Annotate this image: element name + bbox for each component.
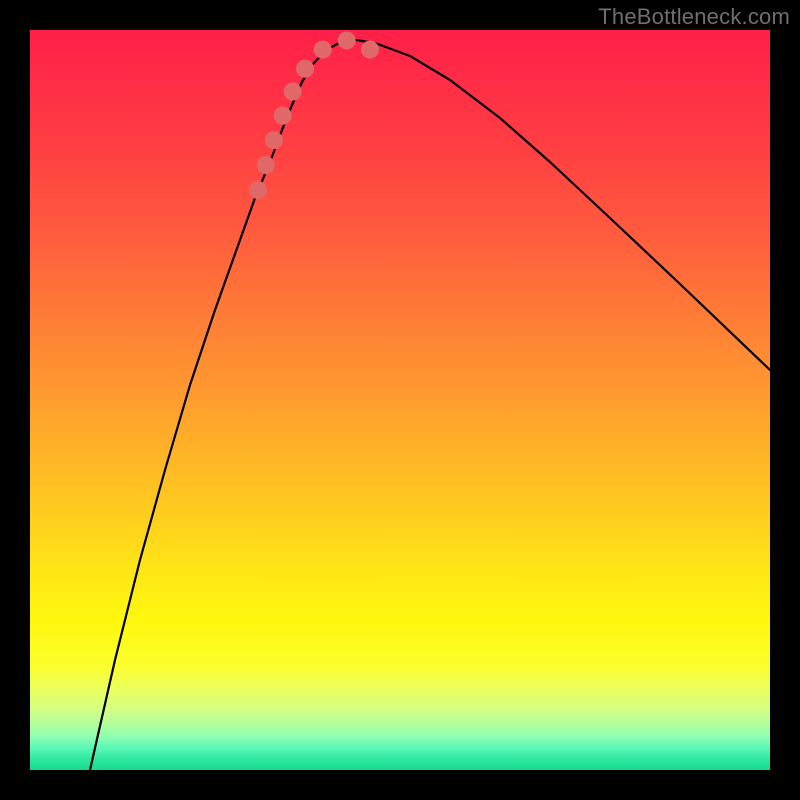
- chart-stage: TheBottleneck.com: [0, 0, 800, 800]
- watermark-text: TheBottleneck.com: [598, 4, 790, 30]
- curve-layer: [30, 30, 770, 770]
- bottleneck-curve: [90, 40, 770, 770]
- plot-area: [30, 30, 770, 770]
